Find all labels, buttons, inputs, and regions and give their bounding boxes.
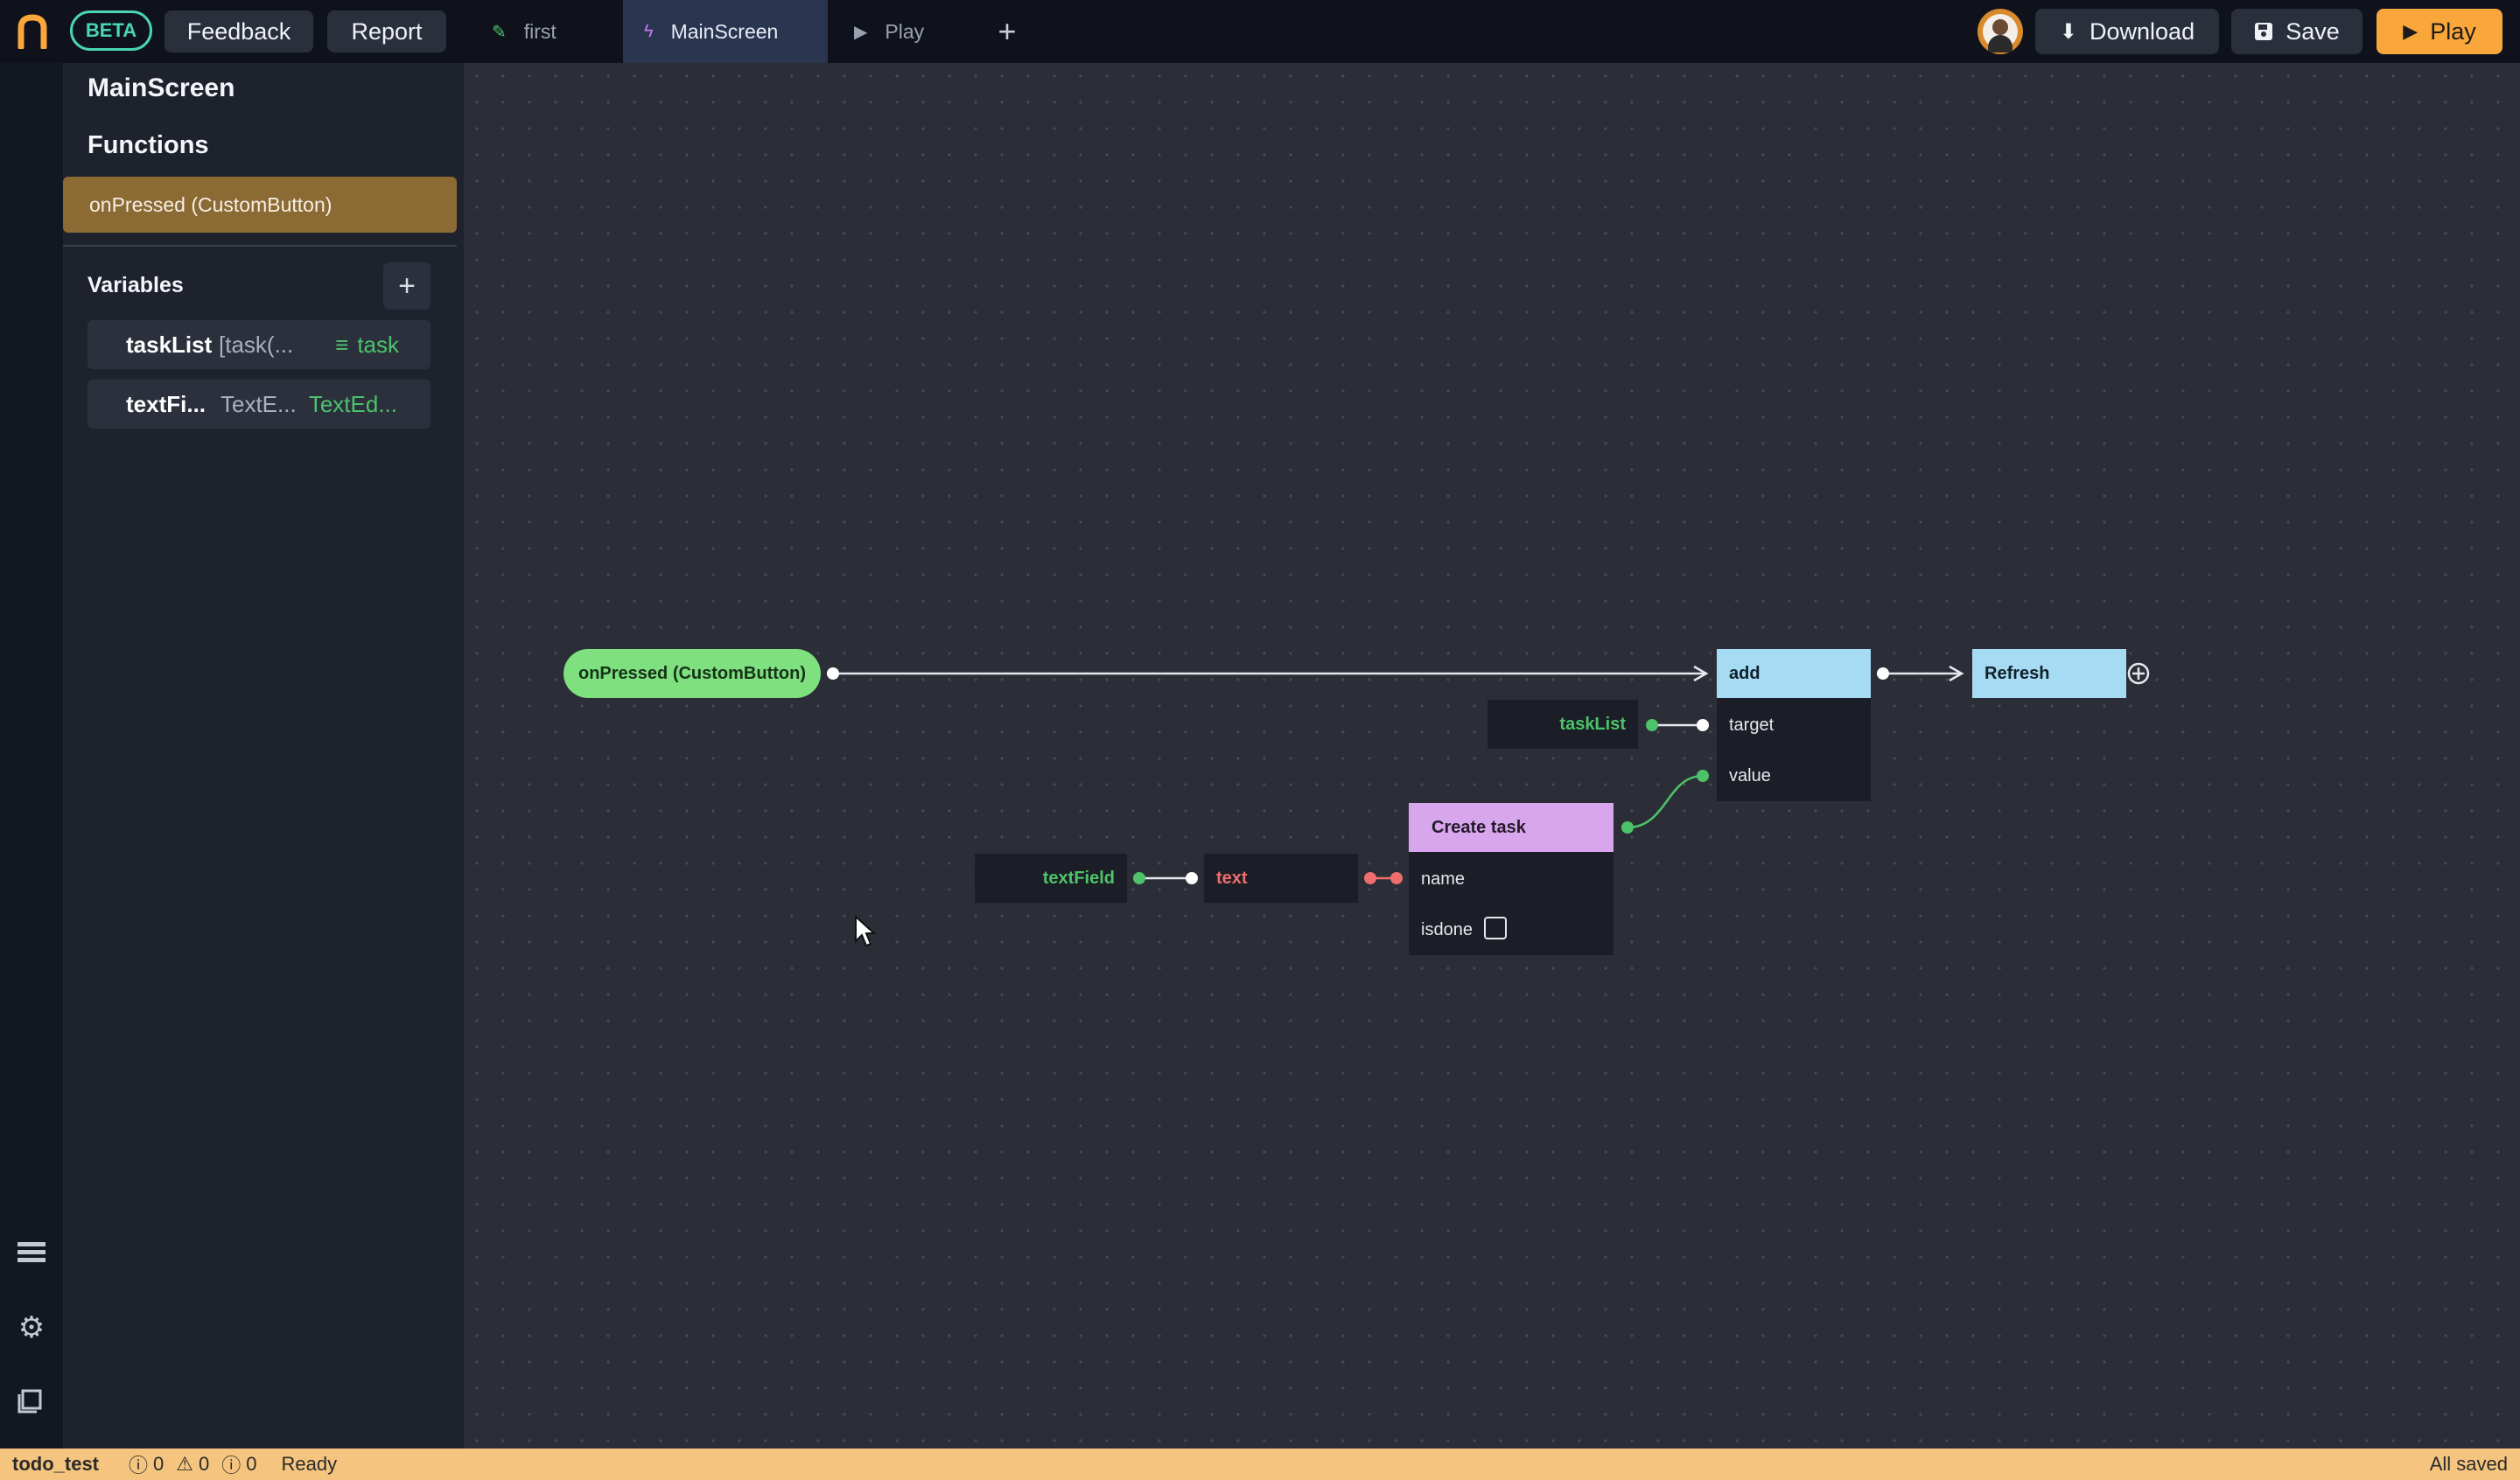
graph-connections <box>827 662 2150 884</box>
info-count: 0 <box>246 1453 257 1475</box>
event-node[interactable]: onPressed (CustomButton) <box>564 649 821 698</box>
target-port-label: target <box>1729 716 1774 735</box>
mouse-cursor-icon <box>855 915 877 947</box>
project-name: todo_test <box>12 1453 99 1475</box>
add-node[interactable]: add target value <box>1717 649 1871 801</box>
isdone-checkbox[interactable] <box>1484 917 1507 939</box>
status-bar: todo_test ⓘ 0 ⚠ 0 ⓘ 0 Ready All saved <box>0 1449 2520 1480</box>
create-task-node[interactable]: Create task name isdone <box>1409 803 1614 955</box>
value-port-label: value <box>1729 766 1771 785</box>
create-task-title: Create task <box>1409 803 1614 852</box>
error-icon: ⓘ <box>129 1455 149 1477</box>
name-port-label: name <box>1421 869 1466 889</box>
warning-icon: ⚠ <box>176 1453 193 1475</box>
isdone-port-label: isdone <box>1421 920 1473 939</box>
tasklist-variable-node[interactable]: taskList <box>1488 700 1638 749</box>
error-count: 0 <box>153 1453 164 1475</box>
refresh-node[interactable]: Refresh <box>1972 649 2126 698</box>
add-node-title: add <box>1717 649 1871 698</box>
textfield-variable-node[interactable]: textField <box>975 854 1127 903</box>
saved-status: All saved <box>2429 1453 2508 1475</box>
text-property-node[interactable]: text <box>1204 854 1358 903</box>
info-icon: ⓘ <box>221 1455 242 1477</box>
warning-count: 0 <box>199 1453 210 1475</box>
status-text: Ready <box>281 1453 338 1475</box>
